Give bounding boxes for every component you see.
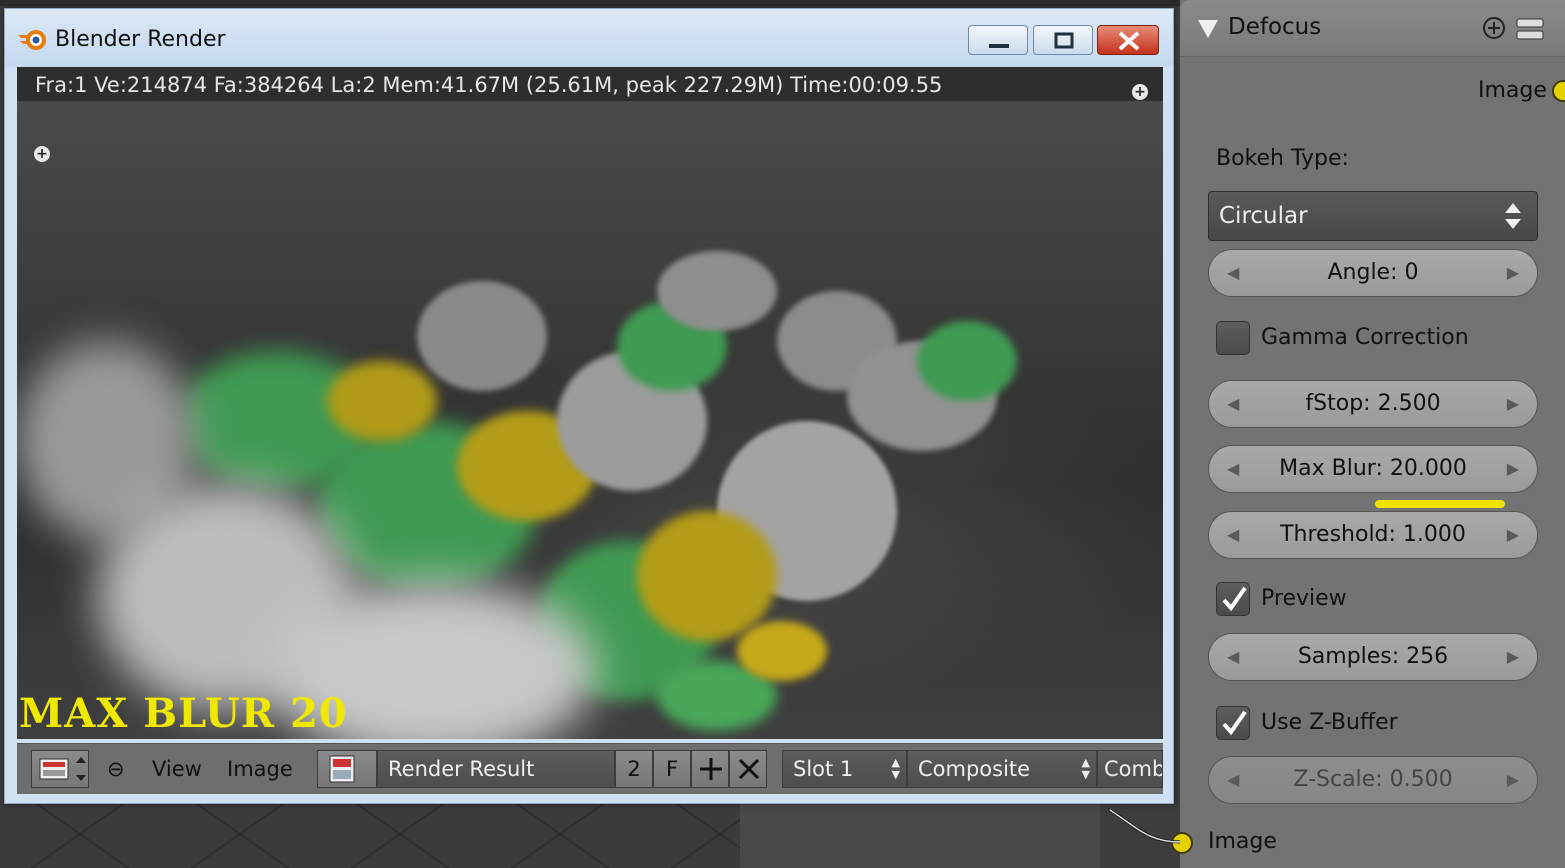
bokeh-type-value: Circular	[1219, 203, 1308, 229]
max-blur-field[interactable]: ◀ Max Blur: 20.000 ▶	[1208, 445, 1538, 493]
blender-logo-icon	[18, 30, 46, 50]
layer-select-value: Composite	[918, 757, 1031, 781]
node-title: Defocus	[1228, 14, 1322, 40]
image-editor-header: ⊖ View Image Render Result 2 F Slot 1 ▲ ▼…	[17, 743, 1163, 794]
minimize-icon	[989, 44, 1009, 48]
new-image-button[interactable]	[691, 750, 729, 788]
bokeh-type-select[interactable]: Circular	[1208, 191, 1538, 241]
pass-select[interactable]: Combi	[1097, 750, 1163, 788]
output-socket[interactable]	[1552, 80, 1565, 102]
region-split-icon[interactable]: +	[1132, 84, 1148, 100]
image-menu[interactable]: Image	[227, 744, 293, 794]
increment-arrow-icon[interactable]: ▶	[1507, 381, 1519, 427]
node-link-noodle	[1109, 808, 1181, 844]
editor-type-menu[interactable]	[31, 750, 89, 788]
fake-user-button[interactable]: F	[653, 750, 691, 788]
angle-field[interactable]: ◀ Angle: 0 ▶	[1208, 249, 1538, 297]
decrement-arrow-icon[interactable]: ◀	[1227, 446, 1239, 492]
render-stats: Fra:1 Ve:214874 Fa:384264 La:2 Mem:41.67…	[35, 73, 943, 97]
select-arrows-icon	[1505, 203, 1521, 229]
add-icon[interactable]	[1482, 16, 1506, 40]
collapse-menu-icon[interactable]: ⊖	[107, 744, 125, 794]
use-zbuffer-label: Use Z-Buffer	[1261, 710, 1398, 735]
angle-value: Angle: 0	[1327, 260, 1419, 285]
select-arrows-icon: ▲ ▼	[1081, 756, 1090, 781]
image-viewport[interactable]: Fra:1 Ve:214874 Fa:384264 La:2 Mem:41.67…	[17, 67, 1163, 739]
increment-arrow-icon[interactable]: ▶	[1507, 634, 1519, 680]
image-users-count[interactable]: 2	[615, 750, 653, 788]
bokeh-type-label: Bokeh Type:	[1216, 146, 1349, 171]
image-editor-icon	[39, 757, 86, 781]
input-socket-label: Image	[1208, 829, 1277, 854]
threshold-value: Threshold: 1.000	[1280, 522, 1466, 547]
decrement-arrow-icon[interactable]: ◀	[1227, 634, 1239, 680]
node-options-icon[interactable]	[1515, 16, 1547, 42]
use-zbuffer-checkbox[interactable]	[1216, 706, 1250, 740]
maximize-icon	[1054, 32, 1074, 49]
zscale-field[interactable]: ◀ Z-Scale: 0.500 ▶	[1208, 756, 1538, 804]
preview-checkbox[interactable]	[1216, 582, 1250, 616]
select-arrows-icon: ▲ ▼	[891, 756, 900, 781]
samples-value: Samples: 256	[1297, 644, 1449, 669]
fstop-field[interactable]: ◀ fStop: 2.500 ▶	[1208, 380, 1538, 428]
close-button[interactable]	[1097, 25, 1159, 55]
increment-arrow-icon[interactable]: ▶	[1507, 250, 1519, 296]
image-browse-icon	[329, 755, 355, 783]
render-window: Blender Render Fra:1 Ve:214874 Fa:384264…	[4, 8, 1174, 804]
minimize-button[interactable]	[968, 25, 1028, 55]
unlink-image-button[interactable]	[729, 750, 767, 788]
maximize-button[interactable]	[1033, 25, 1093, 55]
plus-icon	[700, 758, 722, 780]
checkmark-icon	[1222, 710, 1247, 736]
editor-region	[740, 800, 1100, 868]
image-name-field[interactable]: Render Result	[377, 750, 615, 788]
output-socket-label: Image	[1478, 78, 1547, 103]
checkmark-icon	[1222, 586, 1247, 612]
editor-grid	[0, 800, 740, 868]
collapse-triangle-icon[interactable]	[1196, 18, 1220, 40]
window-titlebar[interactable]: Blender Render	[5, 9, 1173, 67]
render-result-image: MAX BLUR 20	[17, 101, 1163, 739]
gamma-correction-checkbox[interactable]	[1216, 321, 1250, 355]
window-title: Blender Render	[55, 27, 226, 52]
increment-arrow-icon[interactable]: ▶	[1507, 446, 1519, 492]
slot-select[interactable]: Slot 1 ▲ ▼	[782, 750, 907, 788]
render-caption: MAX BLUR 20	[19, 690, 348, 737]
increment-arrow-icon[interactable]: ▶	[1507, 757, 1519, 803]
increment-arrow-icon[interactable]: ▶	[1507, 512, 1519, 558]
samples-field[interactable]: ◀ Samples: 256 ▶	[1208, 633, 1538, 681]
max-blur-value: Max Blur: 20.000	[1279, 456, 1467, 481]
max-blur-highlight-underline	[1375, 500, 1505, 508]
close-icon	[1118, 31, 1140, 51]
threshold-field[interactable]: ◀ Threshold: 1.000 ▶	[1208, 511, 1538, 559]
view-menu[interactable]: View	[152, 744, 202, 794]
decrement-arrow-icon[interactable]: ◀	[1227, 250, 1239, 296]
layer-select[interactable]: Composite ▲ ▼	[907, 750, 1097, 788]
close-icon	[738, 758, 760, 780]
gamma-correction-label: Gamma Correction	[1261, 325, 1469, 350]
decrement-arrow-icon[interactable]: ◀	[1227, 757, 1239, 803]
slot-select-value: Slot 1	[793, 757, 854, 781]
defocus-node: Defocus Image Bokeh Type: Circular ◀ Ang…	[1171, 0, 1565, 868]
region-split-icon[interactable]: +	[34, 146, 50, 162]
image-browse-button[interactable]	[317, 750, 377, 788]
node-header[interactable]: Defocus	[1180, 0, 1565, 57]
decrement-arrow-icon[interactable]: ◀	[1227, 512, 1239, 558]
preview-label: Preview	[1261, 586, 1347, 611]
zscale-value: Z-Scale: 0.500	[1293, 767, 1453, 792]
decrement-arrow-icon[interactable]: ◀	[1227, 381, 1239, 427]
editor-top-trim	[0, 0, 1180, 6]
fstop-value: fStop: 2.500	[1305, 391, 1441, 416]
